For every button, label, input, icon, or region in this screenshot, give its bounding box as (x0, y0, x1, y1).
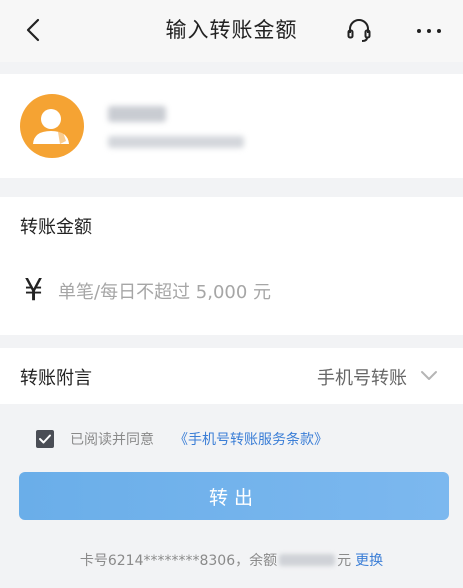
agreement-checkbox[interactable] (36, 430, 54, 448)
card-number: 卡号6214********8306， (79, 553, 250, 569)
card-info: 卡号6214********8306，余额 元更换 (0, 550, 463, 570)
payee-card (0, 74, 463, 178)
remark-value[interactable]: 手机号转账 (317, 364, 407, 390)
payee-account-redacted (108, 136, 244, 148)
person-avatar-icon (20, 94, 84, 158)
page-title: 输入转账金额 (165, 18, 298, 42)
terms-link[interactable]: 《手机号转账服务条款》 (174, 429, 328, 449)
chevron-down-icon[interactable] (419, 368, 439, 384)
nav-bar: 输入转账金额 (0, 0, 463, 62)
yuan-symbol: ¥ (24, 273, 44, 308)
agreement-text: 已阅读并同意 (70, 432, 154, 448)
remark-row[interactable]: 转账附言 手机号转账 (0, 348, 463, 404)
payee-name-redacted (108, 106, 166, 122)
headset-icon[interactable] (345, 16, 373, 44)
balance-unit: 元 (337, 553, 352, 569)
balance-redacted (279, 554, 336, 566)
change-card-link[interactable]: 更换 (355, 553, 383, 569)
amount-input[interactable] (58, 275, 438, 309)
transfer-out-button[interactable]: 转出 (19, 472, 449, 520)
balance-label: 余额 (249, 553, 278, 569)
more-dots-icon[interactable] (414, 16, 444, 44)
amount-section: 转账金额 ¥ (0, 197, 463, 335)
check-icon (39, 434, 51, 444)
amount-label: 转账金额 (20, 217, 92, 238)
remark-label: 转账附言 (20, 368, 92, 389)
agreement: 已阅读并同意 《手机号转账服务条款》 (36, 428, 456, 448)
